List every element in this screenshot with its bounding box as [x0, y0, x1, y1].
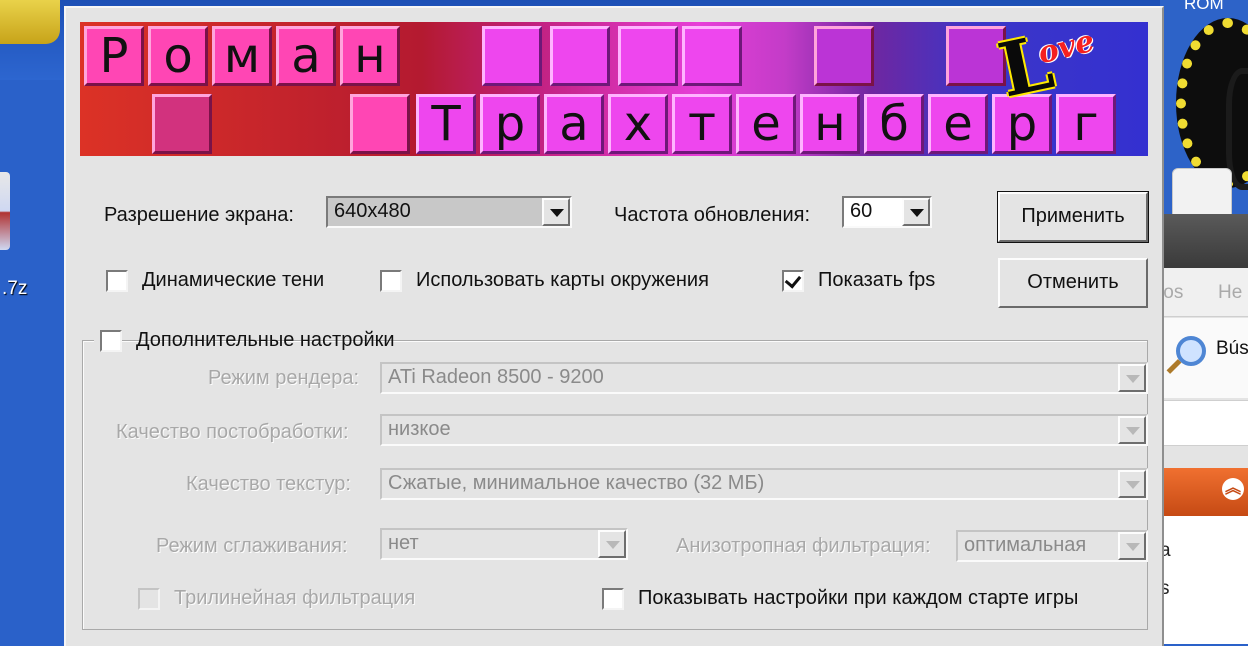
advanced-settings-header: Дополнительные настройки [94, 326, 395, 356]
settings-dialog: Р о м а н Т р а х т е н б е р г L ove Ра… [64, 6, 1164, 646]
refresh-rate-label: Частота обновления: [614, 204, 810, 226]
env-maps-label[interactable]: Использовать карты окружения [416, 269, 709, 292]
anisotropic-value: оптимальная [964, 534, 1087, 556]
banner-tile [482, 26, 542, 86]
banner-letter-tile: а [276, 26, 336, 86]
background-search-label[interactable]: Bús [1216, 338, 1248, 360]
cancel-button[interactable]: Отменить [998, 258, 1148, 308]
background-windows: ROM tos He Bús ︽ a s [1160, 0, 1248, 644]
checkmark-icon [784, 271, 802, 289]
anisotropic-dropdown-button[interactable] [1118, 532, 1146, 560]
archive-file-icon[interactable] [0, 172, 10, 250]
show-settings-checkbox[interactable] [602, 588, 624, 610]
render-mode-value: ATi Radeon 8500 - 9200 [388, 366, 604, 388]
texture-quality-value: Сжатые, минимальное качество (32 МБ) [388, 472, 765, 494]
banner-letter-tile: р [480, 94, 540, 154]
render-mode-dropdown-button[interactable] [1118, 364, 1146, 392]
banner-tile [814, 26, 874, 86]
postprocess-label: Качество постобработки: [116, 421, 349, 443]
postprocess-value: низкое [388, 418, 451, 440]
apply-button[interactable]: Применить [997, 191, 1149, 243]
resolution-value: 640x480 [334, 200, 411, 222]
background-rom-label: ROM [1184, 0, 1224, 13]
chevron-up-icon[interactable]: ︽ [1222, 478, 1244, 500]
game-banner: Р о м а н Т р а х т е н б е р г L ove [80, 22, 1148, 156]
postprocess-dropdown-button[interactable] [1118, 416, 1146, 444]
antialiasing-dropdown-button[interactable] [598, 530, 626, 558]
banner-letter-tile: Т [416, 94, 476, 154]
banner-tile [152, 94, 212, 154]
dynamic-shadows-label[interactable]: Динамические тени [142, 269, 324, 292]
banner-letter-tile: о [148, 26, 208, 86]
banner-letter-tile: б [864, 94, 924, 154]
banner-letter-tile: м [212, 26, 272, 86]
refresh-rate-select[interactable]: 60 [842, 196, 932, 228]
anisotropic-select[interactable]: оптимальная [956, 530, 1148, 562]
refresh-rate-value: 60 [850, 200, 873, 222]
banner-letter-tile: а [544, 94, 604, 154]
banner-tile [350, 94, 410, 154]
render-mode-label: Режим рендера: [208, 367, 360, 389]
dynamic-shadows-checkbox[interactable] [106, 270, 128, 292]
advanced-settings-checkbox[interactable] [100, 330, 122, 352]
search-icon-handle [1166, 359, 1182, 374]
texture-quality-label: Качество текстур: [186, 473, 351, 495]
banner-letter-tile: т [672, 94, 732, 154]
anisotropic-label: Анизотропная фильтрация: [676, 535, 931, 557]
love-logo: L ove [980, 22, 1148, 114]
chevron-down-icon [1126, 375, 1140, 383]
background-disc-art [1176, 18, 1248, 190]
background-list: a s [1160, 516, 1248, 644]
background-panel-header: ︽ [1160, 468, 1248, 516]
resolution-label: Разрешение экрана: [104, 204, 294, 226]
antialiasing-value: нет [388, 532, 419, 554]
desktop-icon-top[interactable] [0, 0, 60, 44]
chevron-down-icon [1126, 481, 1140, 489]
banner-letter-tile: х [608, 94, 668, 154]
chevron-down-icon [910, 209, 924, 217]
show-settings-label[interactable]: Показывать настройки при каждом старте и… [638, 587, 1078, 610]
texture-quality-dropdown-button[interactable] [1118, 470, 1146, 498]
antialiasing-select[interactable]: нет [380, 528, 628, 560]
background-titlebar [1160, 214, 1248, 268]
background-tab[interactable]: He [1218, 282, 1242, 304]
render-mode-select[interactable]: ATi Radeon 8500 - 9200 [380, 362, 1148, 394]
postprocess-select[interactable]: низкое [380, 414, 1148, 446]
trilinear-checkbox[interactable] [138, 588, 160, 610]
resolution-dropdown-button[interactable] [542, 198, 570, 226]
banner-letter-tile: Р [84, 26, 144, 86]
chevron-down-icon [1126, 427, 1140, 435]
banner-tile [682, 26, 742, 86]
chevron-down-icon [606, 541, 620, 549]
background-input[interactable] [1160, 400, 1248, 446]
resolution-select[interactable]: 640x480 [326, 196, 572, 228]
env-maps-checkbox[interactable] [380, 270, 402, 292]
background-toolbar: tos He [1160, 268, 1248, 317]
banner-tile [550, 26, 610, 86]
show-fps-checkbox[interactable] [782, 270, 804, 292]
chevron-down-icon [550, 209, 564, 217]
texture-quality-select[interactable]: Сжатые, минимальное качество (32 МБ) [380, 468, 1148, 500]
banner-letter-tile: г [1056, 94, 1116, 154]
advanced-settings-title[interactable]: Дополнительные настройки [136, 329, 395, 352]
trilinear-label[interactable]: Трилинейная фильтрация [174, 587, 415, 610]
background-browser-window: tos He Bús ︽ a s [1160, 214, 1248, 644]
banner-letter-tile: н [340, 26, 400, 86]
background-search-row: Bús [1160, 318, 1248, 398]
chevron-down-icon [1126, 543, 1140, 551]
banner-letter-tile: н [800, 94, 860, 154]
banner-letter-tile: е [928, 94, 988, 154]
cd-drive-icon[interactable] [1172, 168, 1232, 216]
show-fps-label[interactable]: Показать fps [818, 269, 935, 292]
antialiasing-label: Режим сглаживания: [156, 535, 348, 557]
desktop-file-label[interactable]: .7z [2, 278, 27, 300]
banner-tile [618, 26, 678, 86]
refresh-rate-dropdown-button[interactable] [902, 198, 930, 226]
banner-letter-tile: е [736, 94, 796, 154]
